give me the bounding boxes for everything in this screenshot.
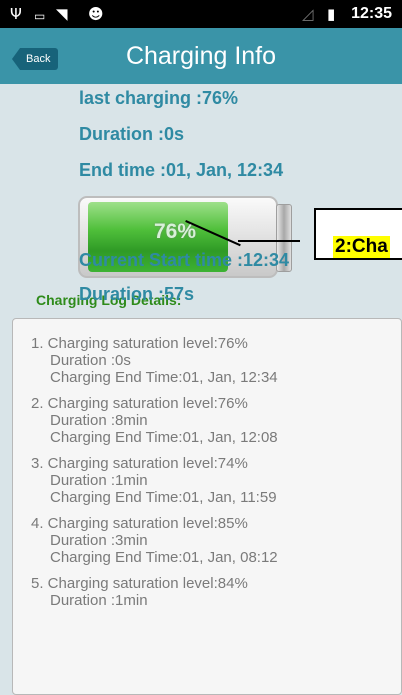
clock: 12:35 — [351, 5, 392, 22]
list-item: 4. Charging saturation level:85% Duratio… — [31, 515, 278, 566]
wifi-icon: ◥ — [56, 5, 68, 23]
list-item: 2. Charging saturation level:76% Duratio… — [31, 395, 278, 446]
list-item: 3. Charging saturation level:74% Duratio… — [31, 455, 277, 506]
app-bar: Back Charging Info — [0, 28, 402, 84]
current-duration-text: Duration :57s — [79, 284, 195, 304]
last-charging-text: last charging :76% — [79, 88, 239, 108]
entry-end-time: Charging End Time:01, Jan, 08:12 — [50, 549, 278, 566]
callout-pointer-line — [238, 240, 300, 242]
end-time-text: End time :01, Jan, 12:34 — [79, 160, 284, 180]
entry-duration: Duration :8min — [50, 412, 148, 429]
battery-icon: ▭ — [34, 9, 46, 23]
saturation-level: 3. Charging saturation level:74% — [31, 455, 248, 472]
entry-end-time: Charging End Time:01, Jan, 12:08 — [50, 429, 278, 446]
android-icon: ☻ — [88, 5, 104, 23]
page-title: Charging Info — [125, 42, 277, 70]
list-item: 1. Charging saturation level:76% Duratio… — [31, 335, 278, 386]
status-bar: Ψ ▭ ◥ ☻ ◿ ▮ 12:35 — [0, 0, 402, 28]
saturation-level: 4. Charging saturation level:85% — [31, 515, 248, 532]
entry-duration: Duration :1min — [50, 472, 148, 489]
entry-end-time: Charging End Time:01, Jan, 11:59 — [50, 489, 277, 506]
entry-duration: Duration :3min — [50, 532, 148, 549]
entry-duration: Duration :0s — [50, 352, 131, 369]
entry-duration: Duration :1min — [50, 592, 148, 609]
saturation-level: 2. Charging saturation level:76% — [31, 395, 248, 412]
duration-text: Duration :0s — [79, 124, 185, 144]
charging-log-list[interactable]: 1. Charging saturation level:76% Duratio… — [12, 318, 402, 695]
saturation-level: 5. Charging saturation level:84% — [31, 575, 248, 592]
current-start-time-text: Current Start time :12:34 — [79, 250, 290, 270]
usb-icon: Ψ — [10, 5, 22, 23]
list-item: 5. Charging saturation level:84% Duratio… — [31, 575, 248, 609]
callout-label: 2:Cha — [333, 236, 390, 258]
sim-icon: ▮ — [327, 5, 336, 23]
entry-end-time: Charging End Time:01, Jan, 12:34 — [50, 369, 278, 386]
signal-icon: ◿ — [302, 5, 314, 23]
saturation-level: 1. Charging saturation level:76% — [31, 335, 248, 352]
